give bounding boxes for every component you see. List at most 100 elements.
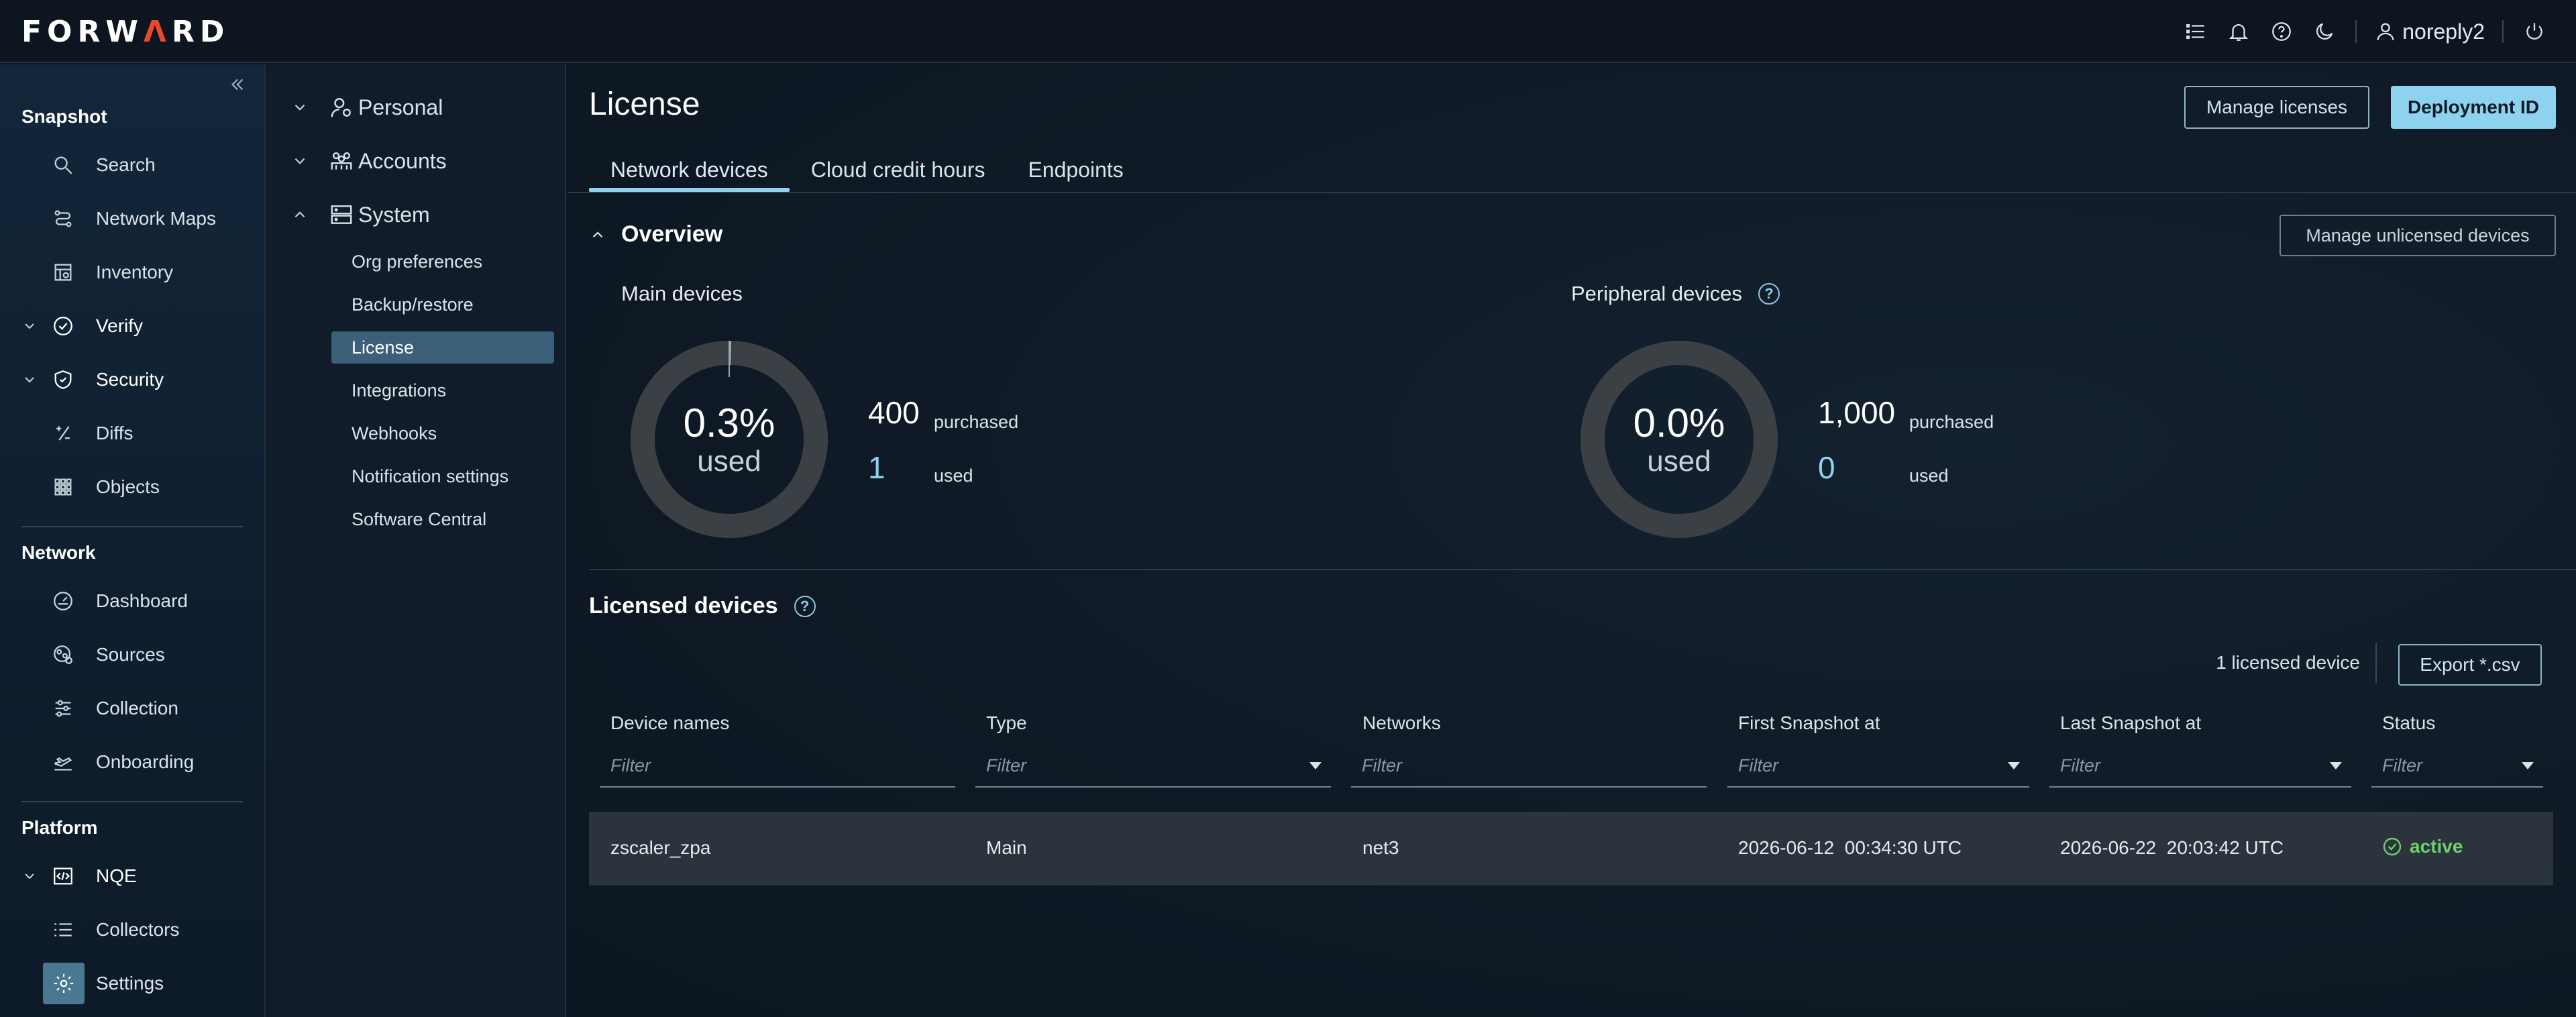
tab-network-devices[interactable]: Network devices [589, 149, 790, 192]
onboarding-icon [50, 749, 76, 775]
tab-endpoints[interactable]: Endpoints [1006, 149, 1144, 191]
collapse-sidebar-icon[interactable] [224, 71, 251, 98]
settings-sidebar: Personal Accounts System Org preferences… [267, 64, 566, 1017]
filter-first-snapshot[interactable]: Filter [1727, 745, 2029, 788]
code-icon [50, 863, 76, 890]
sidebar-item-label: Search [96, 154, 156, 175]
logo-text-accent: Ʌ [143, 14, 172, 49]
sidebar-item-diffs[interactable]: Diffs [0, 413, 266, 453]
check-circle-icon [2383, 837, 2402, 856]
sidebar-item-inventory[interactable]: Inventory [0, 252, 266, 292]
main-devices-used-count: 1 [868, 450, 885, 485]
help-icon[interactable]: ? [794, 595, 816, 617]
settings-item-notification-settings[interactable]: Notification settings [331, 460, 554, 492]
settings-group-label: Accounts [358, 148, 447, 173]
sidebar-item-network-maps[interactable]: Network Maps [0, 199, 266, 239]
main-sidebar: Snapshot Search Network Maps Inventory V… [0, 64, 266, 1017]
sidebar-item-objects[interactable]: Objects [0, 467, 266, 507]
settings-item-org-preferences[interactable]: Org preferences [331, 246, 554, 278]
forward-logo[interactable]: FORW Ʌ RD [21, 14, 229, 49]
filter-placeholder: Filter [986, 755, 1026, 775]
sidebar-item-sources[interactable]: Sources [0, 635, 266, 675]
license-tabs: Network devices Cloud credit hours Endpo… [589, 149, 1145, 192]
chevron-down-icon[interactable] [21, 318, 38, 334]
main-devices-used-word: used [697, 444, 761, 478]
user-name: noreply2 [2402, 19, 2485, 44]
sidebar-item-label: Network Maps [96, 208, 216, 229]
settings-group-personal[interactable]: Personal [267, 87, 566, 127]
filter-device-names[interactable]: Filter [600, 745, 955, 788]
filter-last-snapshot[interactable]: Filter [2049, 745, 2351, 788]
sidebar-item-onboarding[interactable]: Onboarding [0, 742, 266, 782]
settings-group-label: Personal [358, 95, 443, 119]
settings-item-software-central[interactable]: Software Central [331, 503, 554, 535]
sidebar-item-nqe[interactable]: NQE [0, 856, 266, 896]
network-maps-icon [50, 205, 76, 232]
settings-item-integrations[interactable]: Integrations [331, 374, 554, 407]
settings-group-accounts[interactable]: Accounts [267, 141, 566, 181]
export-csv-button[interactable]: Export *.csv [2398, 644, 2542, 686]
peripheral-devices-percent: 0.0% [1633, 400, 1725, 445]
column-header-status[interactable]: Status [2382, 712, 2435, 734]
sidebar-item-verify[interactable]: Verify [0, 306, 266, 346]
power-icon[interactable] [2513, 0, 2556, 63]
manage-licenses-button[interactable]: Manage licenses [2184, 86, 2369, 129]
help-icon[interactable] [2260, 0, 2303, 63]
page-title: License [589, 87, 700, 122]
settings-item-license[interactable]: License [331, 331, 554, 364]
inventory-icon [50, 259, 76, 286]
user-settings-icon [331, 98, 351, 117]
sidebar-item-label: Verify [96, 315, 144, 336]
sidebar-item-label: Sources [96, 644, 165, 665]
help-icon[interactable]: ? [1758, 283, 1780, 305]
settings-item-webhooks[interactable]: Webhooks [331, 417, 554, 449]
tab-cloud-credit-hours[interactable]: Cloud credit hours [790, 149, 1007, 191]
filter-status[interactable]: Filter [2371, 745, 2543, 788]
sidebar-item-label: Collection [96, 698, 178, 718]
sidebar-item-collectors[interactable]: Collectors [0, 910, 266, 950]
moon-icon[interactable] [2303, 0, 2346, 63]
sidebar-item-search[interactable]: Search [0, 145, 266, 185]
cell-first-snapshot: 2026-06-12 00:34:30 UTC [1738, 837, 1962, 858]
deployment-id-button[interactable]: Deployment ID [2391, 86, 2556, 129]
cell-type: Main [986, 837, 1027, 858]
column-header-first-snapshot[interactable]: First Snapshot at [1738, 712, 1880, 734]
chevron-down-icon[interactable] [291, 152, 309, 170]
sidebar-item-label: Dashboard [96, 590, 188, 611]
nav-divider [21, 526, 243, 527]
task-list-icon[interactable] [2174, 0, 2217, 63]
logo-text-start: FORW [21, 14, 144, 49]
settings-item-backup-restore[interactable]: Backup/restore [331, 288, 554, 321]
chevron-down-icon[interactable] [21, 868, 38, 884]
column-header-networks[interactable]: Networks [1362, 712, 1441, 734]
filter-placeholder: Filter [1738, 755, 1778, 775]
cell-last-snapshot: 2026-06-22 20:03:42 UTC [2060, 837, 2284, 858]
chevron-down-icon[interactable] [291, 99, 309, 116]
bell-icon[interactable] [2217, 0, 2260, 63]
server-icon [331, 205, 352, 224]
user-menu[interactable]: noreply2 [2366, 19, 2493, 44]
grid-icon [50, 474, 76, 500]
sidebar-item-label: Collectors [96, 919, 180, 940]
column-header-type[interactable]: Type [986, 712, 1027, 734]
column-header-last-snapshot[interactable]: Last Snapshot at [2060, 712, 2201, 734]
sidebar-item-security[interactable]: Security [0, 360, 266, 400]
column-header-device-names[interactable]: Device names [610, 712, 729, 734]
filter-networks[interactable]: Filter [1351, 745, 1707, 788]
chevron-up-icon[interactable] [291, 206, 309, 223]
chevron-down-icon[interactable] [21, 372, 38, 388]
overview-toggle[interactable]: Overview [589, 221, 722, 248]
sidebar-item-dashboard[interactable]: Dashboard [0, 581, 266, 621]
licensed-device-count: 1 licensed device [2216, 652, 2360, 673]
sidebar-item-collection[interactable]: Collection [0, 688, 266, 729]
peripheral-devices-label: Peripheral devices [1571, 282, 1743, 305]
list-icon [50, 916, 76, 943]
settings-group-system[interactable]: System [267, 195, 566, 235]
gauge-icon [50, 588, 76, 614]
filter-placeholder: Filter [610, 755, 651, 775]
sidebar-item-settings[interactable]: Settings [0, 963, 266, 1004]
main-content: License Manage licenses Deployment ID Ne… [568, 64, 2576, 1017]
filter-type[interactable]: Filter [975, 745, 1331, 788]
manage-unlicensed-devices-button[interactable]: Manage unlicensed devices [2279, 215, 2556, 256]
peripheral-devices-used-word: used [1647, 444, 1711, 478]
